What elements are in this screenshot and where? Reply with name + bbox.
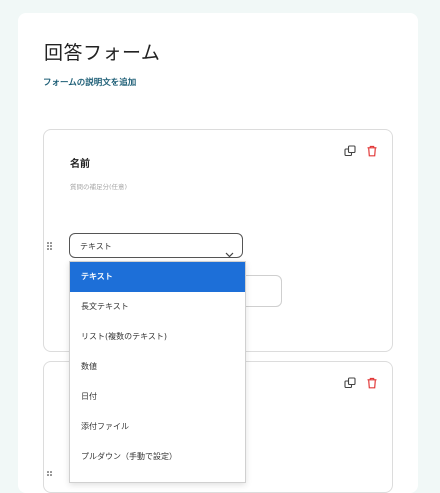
copy-icon[interactable]: [344, 377, 356, 389]
dropdown-option[interactable]: リスト(複数のテキスト): [70, 322, 245, 352]
trash-icon[interactable]: [366, 377, 378, 389]
chevron-down-icon: [225, 243, 234, 262]
question-type-dropdown: テキスト 長文テキスト リスト(複数のテキスト) 数値 日付 添付ファイル プル…: [69, 261, 246, 483]
dropdown-option[interactable]: 長文テキスト: [70, 292, 245, 322]
copy-icon[interactable]: [344, 145, 356, 157]
trash-icon[interactable]: [366, 145, 378, 157]
drag-handle-icon[interactable]: [47, 471, 53, 481]
drag-handle-icon[interactable]: [47, 242, 53, 252]
add-description-link[interactable]: フォームの説明文を追加: [43, 76, 136, 88]
question-type-value: テキスト: [80, 242, 112, 251]
dropdown-option[interactable]: 添付ファイル: [70, 412, 245, 442]
dropdown-option[interactable]: 数値: [70, 352, 245, 382]
dropdown-option[interactable]: テキスト: [70, 262, 245, 292]
question-type-select[interactable]: テキスト: [69, 233, 243, 258]
question-title[interactable]: 名前: [70, 155, 90, 170]
question-help-field[interactable]: 質問の補足分(任意): [70, 181, 127, 191]
dropdown-option[interactable]: プルダウン（手動で設定）: [70, 442, 245, 472]
form-title[interactable]: 回答フォーム: [44, 38, 160, 65]
dropdown-option[interactable]: 日付: [70, 382, 245, 412]
